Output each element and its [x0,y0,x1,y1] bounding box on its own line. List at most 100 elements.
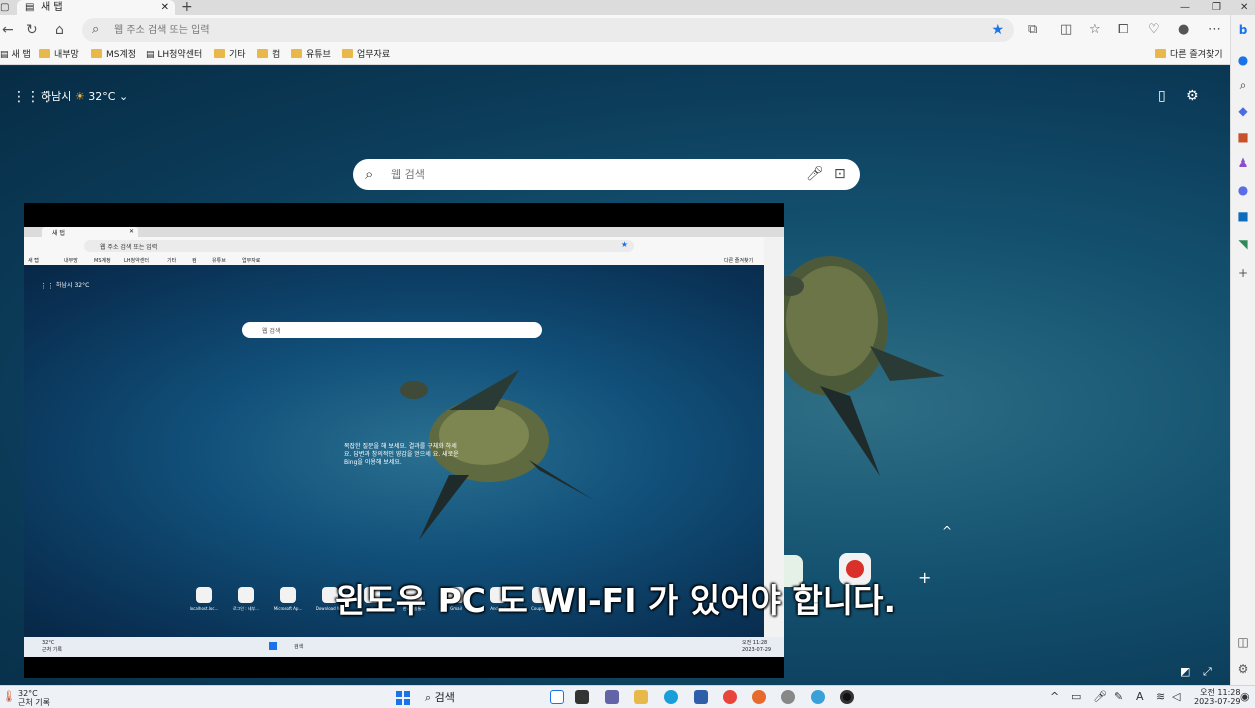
fav-folder-work[interactable]: 업무자료 [342,45,390,65]
web-search-input[interactable] [391,165,771,184]
home-icon[interactable]: ⌂ [55,21,64,39]
more-menu-icon[interactable]: ⋯ [1208,22,1221,38]
taskbar-search[interactable]: ⌕ 검색 [425,689,545,706]
inner-star-icon: ★ [620,240,628,249]
games-icon[interactable]: ♟ [1236,156,1250,170]
fav-other-favorites[interactable]: 다른 즐겨찾기 [1155,45,1223,65]
inner-fav: LH청약센터 [124,258,149,264]
favorites-icon[interactable]: ☆ [1089,22,1101,38]
tab-new-tab[interactable]: ▤ 새 탭 ✕ [17,0,175,15]
tab-title: 새 탭 [41,2,63,13]
file-explorer-icon[interactable] [634,690,648,704]
tray-volume-icon[interactable]: ◁ [1172,690,1180,704]
tab-actions-icon[interactable]: ▢ [0,2,12,13]
chrome-icon[interactable] [723,690,737,704]
fav-item-newtab[interactable]: ▤ 새 탭 [0,45,31,65]
clock-time: 오전 11:28 [1200,688,1241,697]
address-input[interactable] [114,21,974,39]
outlook-icon[interactable]: ■ [1236,209,1250,223]
taskbar-weather-temp: 32°C [18,689,38,698]
tray-ime-icon[interactable]: A [1136,690,1144,704]
back-icon[interactable]: ← [2,21,14,39]
extensions-icon[interactable]: ⧉ [1028,22,1037,38]
add-shortcut-icon[interactable]: + [918,570,931,586]
inner-fav-other: 다른 즐겨찾기 [724,258,754,264]
expand-icon[interactable]: ⤢ [1203,664,1212,680]
favorites-bar: ▤ 새 탭 내부망 MS계정 ▤ LH청약센터 기타 컴 유튜브 업무자료 다른… [0,45,1230,65]
taskbar-weather[interactable]: 32°C 근처 기록 [18,689,50,707]
weather-thermometer-icon: 🌡︎ [2,690,16,703]
browser-essentials-icon[interactable]: ♡ [1148,22,1160,38]
folder-icon [291,49,302,58]
fav-folder-etc[interactable]: 기타 [214,45,246,65]
tray-wifi-icon[interactable]: ≋ [1156,690,1165,704]
inner-fav: 내부망 [64,258,78,264]
taskbar-clock[interactable]: 오전 11:28 2023-07-29 [1194,688,1241,706]
fav-folder-ms[interactable]: MS계정 [91,45,136,65]
address-bar[interactable]: ⌕ ★ [82,18,1014,42]
tools-icon[interactable]: ■ [1236,130,1250,144]
shopping-tag-icon[interactable]: ◆ [1236,104,1250,118]
microphone-icon[interactable]: 🎤︎ [806,164,824,184]
web-search-box[interactable]: ⌕ 🎤︎ ⊡ [353,159,860,190]
restore-button[interactable]: ❐ [1212,1,1221,14]
favorite-star-icon[interactable]: ★ [991,20,1004,40]
fav-page-icon: ▤ [146,50,158,60]
bing-chat-icon[interactable]: b [1236,23,1250,37]
tab-close-icon[interactable]: ✕ [161,1,169,14]
task-view-icon[interactable] [575,690,589,704]
sun-cloud-icon: ☀ [74,90,85,103]
split-screen-icon[interactable]: ◫ [1060,22,1072,38]
notification-icon[interactable]: ◉ [1240,690,1250,704]
teams-icon[interactable] [605,690,619,704]
fav-folder-youtube[interactable]: 유튜브 [291,45,331,65]
fav-item-lh[interactable]: ▤ LH청약센터 [146,45,202,65]
firefox-icon[interactable] [752,690,766,704]
sidebar-add-icon[interactable]: + [1236,266,1250,280]
address-search-icon: ⌕ [92,22,100,37]
microsoft365-icon[interactable]: ● [1236,183,1250,197]
folder-icon [342,49,353,58]
refresh-icon[interactable]: ↻ [26,21,38,39]
weather-widget[interactable]: 하남시 ☀ 32°C ⌄ [41,89,128,105]
globe-app-icon[interactable] [811,690,825,704]
inner-search-text: 웹 검색 [262,328,281,335]
folder-icon [39,49,50,58]
fav-folder-internal[interactable]: 내부망 [39,45,79,65]
inner-fav: 유튜브 [212,258,226,264]
page-settings-icon[interactable]: ⚙ [1186,88,1199,104]
tray-mic-icon[interactable]: 🎤︎ [1093,690,1107,704]
collections-icon[interactable]: ⧠ [1118,22,1128,38]
notification-bell-icon[interactable]: ● [1236,53,1250,67]
visual-search-icon[interactable]: ⊡ [834,164,846,184]
store-icon[interactable] [694,690,708,704]
start-button[interactable] [396,691,410,705]
tray-pen-icon[interactable]: ✎ [1114,690,1123,704]
minimize-button[interactable]: — [1180,1,1190,14]
designer-icon[interactable]: ◥ [1236,237,1250,251]
record-app-icon[interactable] [840,690,854,704]
profile-icon[interactable]: ● [1178,22,1189,38]
inner-app-label: 로그인 : 네부... [232,606,260,611]
new-tab-button[interactable]: + [181,0,193,15]
fav-folder-com[interactable]: 컴 [257,45,280,65]
chevron-down-icon[interactable]: ⌄ [119,90,128,103]
inner-app-tile [280,587,296,603]
tray-battery-icon[interactable]: ▭ [1071,690,1081,704]
inner-app-tile [196,587,212,603]
settings-app-icon[interactable] [781,690,795,704]
sidebar-search-icon[interactable]: ⌕ [1236,78,1250,92]
edge-icon[interactable] [664,690,678,704]
tray-chevron-icon[interactable]: ^ [1050,690,1059,704]
inner-app-label: Microsoft Ap... [273,606,303,611]
chevron-up-icon[interactable]: ^ [942,524,952,538]
taskbar-weather-label: 근처 기록 [18,698,50,707]
mobile-icon[interactable]: ▯ [1158,88,1166,104]
app-launcher-icon[interactable]: ⋮⋮⋮ [12,90,54,104]
window-close-button[interactable]: ✕ [1240,1,1248,14]
sidebar-settings-icon[interactable]: ⚙ [1236,662,1250,676]
sidebar-hide-icon[interactable]: ◫ [1236,635,1250,649]
image-info-icon[interactable]: ◩ [1180,664,1190,680]
inner-tab-bar: 새 탭 ✕ [24,227,784,237]
bing-taskbar-icon[interactable] [550,690,564,704]
